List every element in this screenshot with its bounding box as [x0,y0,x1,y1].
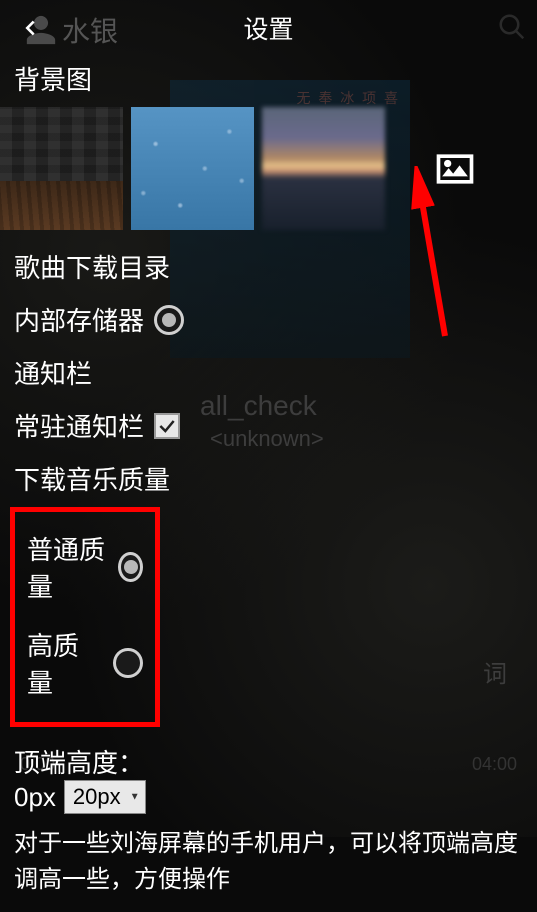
check-icon [157,416,177,436]
storage-internal-row[interactable]: 内部存储器 [0,295,537,344]
page-title: 设置 [243,10,293,46]
top-height-hint: 对于一些刘海屏幕的手机用户，可以将顶端高度调高一些，方便操作 [0,822,537,912]
top-height-select[interactable]: 20px [64,780,146,814]
storage-internal-radio[interactable] [154,305,184,335]
bg-option-add[interactable] [393,107,516,230]
bg-option-wood[interactable] [0,107,123,230]
section-background-title: 背景图 [0,56,537,107]
chevron-left-icon [19,17,41,39]
bg-option-rain[interactable] [131,107,254,230]
bg-option-sunset[interactable] [262,107,385,230]
section-notify-title: 通知栏 [0,344,537,401]
back-button[interactable] [14,12,46,44]
header: 设置 [0,0,537,56]
top-height-row: 0px 20px [0,780,537,822]
quality-high-label: 高质量 [27,626,103,700]
image-icon [433,149,477,189]
quality-normal-row[interactable]: 普通质量 [23,524,147,610]
quality-highlight-box: 普通质量 高质量 [10,507,160,727]
storage-internal-label: 内部存储器 [14,301,144,338]
background-thumbnails [0,107,537,230]
persist-notify-row[interactable]: 常驻通知栏 [0,401,537,450]
persist-notify-checkbox[interactable] [154,413,180,439]
persist-notify-label: 常驻通知栏 [14,407,144,444]
quality-normal-label: 普通质量 [27,530,108,604]
section-download-dir-title: 歌曲下载目录 [0,230,537,295]
top-height-current: 0px [14,782,56,813]
section-quality-title: 下载音乐质量 [0,450,537,507]
top-height-label: 顶端高度： [0,735,537,780]
quality-high-row[interactable]: 高质量 [23,610,147,706]
quality-normal-radio[interactable] [118,552,143,582]
quality-high-radio[interactable] [113,648,143,678]
